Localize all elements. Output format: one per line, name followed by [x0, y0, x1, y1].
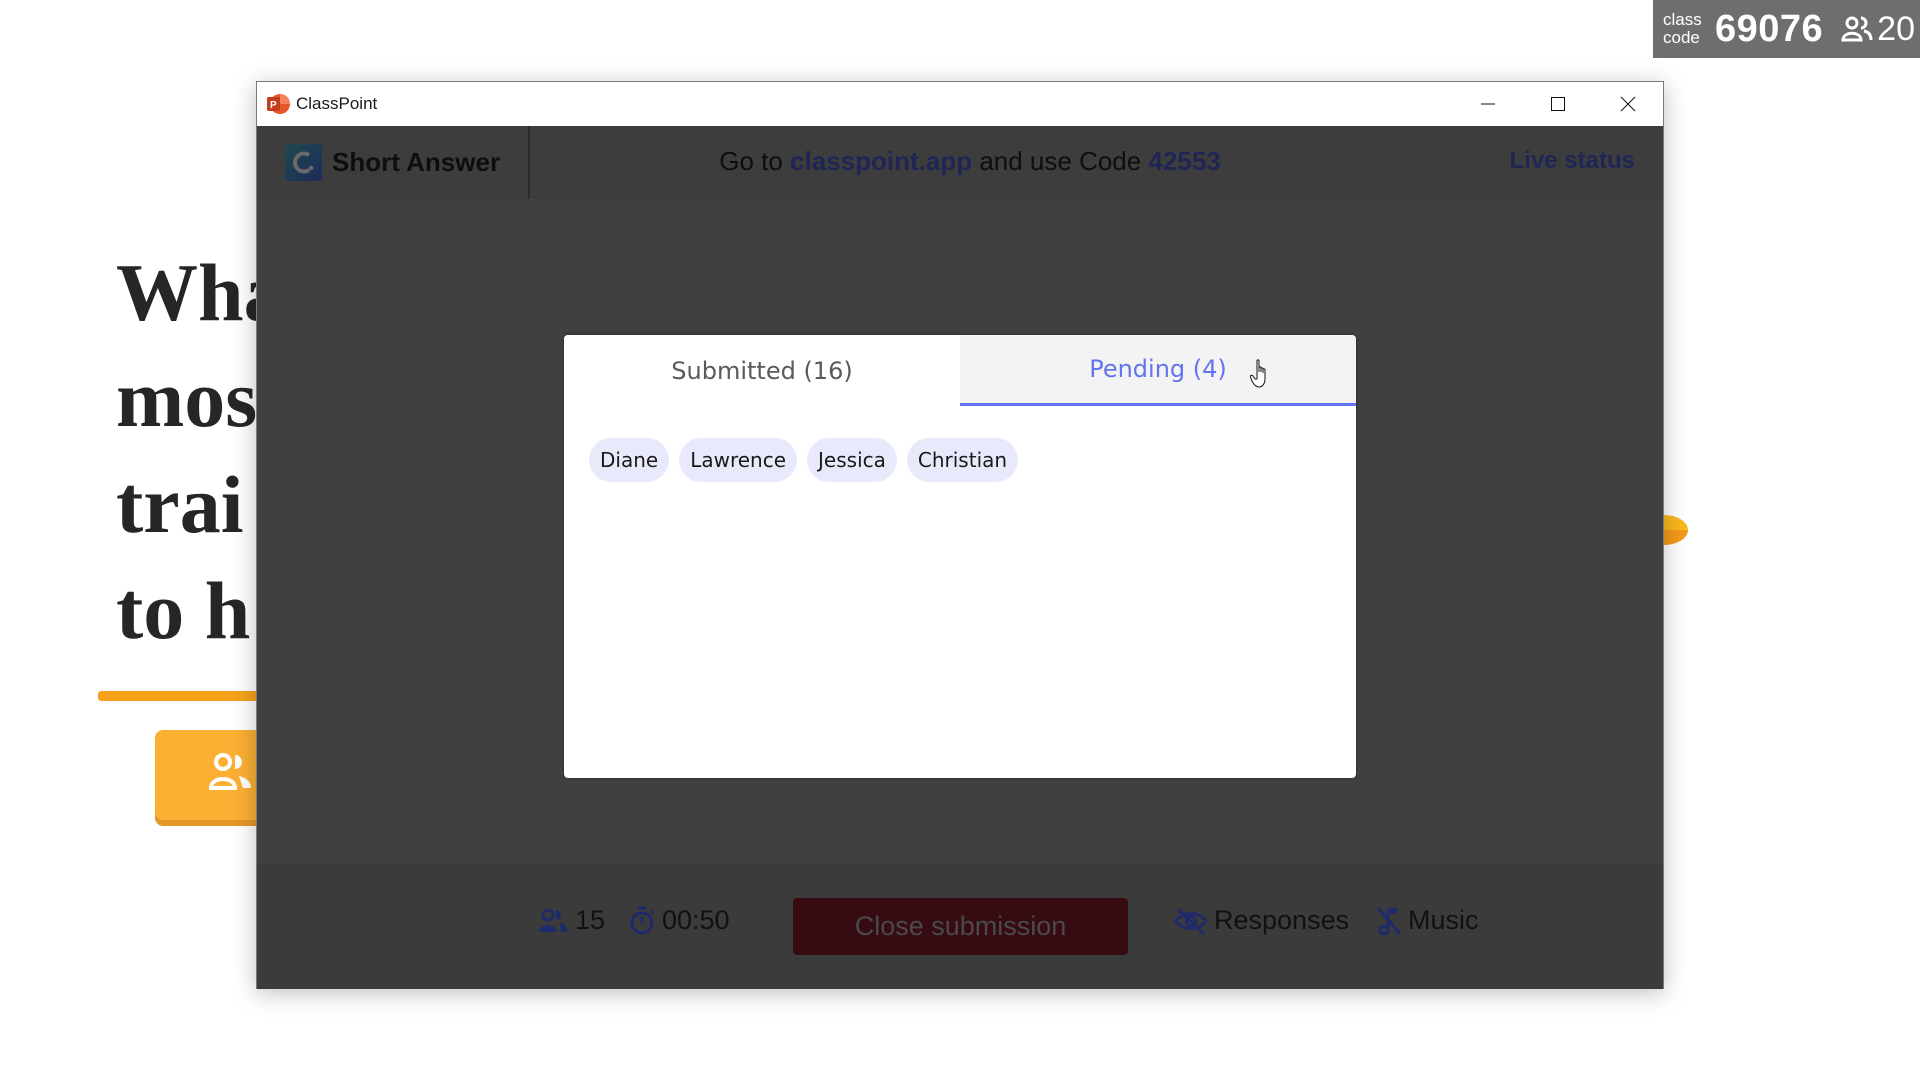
- submission-count-value: 15: [575, 905, 606, 935]
- class-code-badge[interactable]: class code 69076 20: [1653, 0, 1920, 58]
- people-icon: [208, 753, 251, 790]
- pending-student-chip: Christian: [906, 438, 1019, 482]
- tab-pending[interactable]: Pending (4): [960, 335, 1356, 406]
- class-code-label-1: class: [1663, 10, 1702, 29]
- participant-count: 20: [1841, 10, 1915, 49]
- maximize-icon: [1551, 97, 1565, 111]
- status-tabs: Submitted (16) Pending (4): [564, 335, 1356, 406]
- submission-status-dialog: Submitted (16) Pending (4) Diane Lawrenc…: [564, 335, 1356, 778]
- timer[interactable]: 00:50: [628, 905, 730, 936]
- screen: Wha mos trai to h class code 69076 20 P …: [0, 0, 1920, 1080]
- window-title: ClassPoint: [296, 94, 378, 113]
- join-site-link[interactable]: classpoint.app: [790, 146, 972, 176]
- join-code: 42553: [1148, 146, 1221, 176]
- close-button[interactable]: [1593, 82, 1663, 126]
- svg-text:P: P: [270, 100, 277, 111]
- minimize-icon: [1481, 103, 1495, 105]
- class-code-value: 69076: [1715, 7, 1824, 50]
- hand-cursor-icon: [1250, 359, 1266, 388]
- eye-off-icon: [1174, 907, 1208, 935]
- music-label: Music: [1408, 905, 1479, 935]
- class-code-label-2: code: [1663, 28, 1700, 47]
- participant-count-value: 20: [1877, 9, 1915, 48]
- responses-label: Responses: [1214, 905, 1350, 935]
- pending-student-chip: Lawrence: [679, 438, 798, 482]
- timer-value: 00:50: [662, 905, 730, 935]
- submission-count[interactable]: 15: [537, 905, 605, 936]
- close-submission-button[interactable]: Close submission: [793, 898, 1128, 955]
- toggle-music-button[interactable]: Music: [1376, 905, 1479, 936]
- minimize-button[interactable]: [1453, 82, 1523, 126]
- pending-student-chip: Jessica: [807, 438, 897, 482]
- tab-pending-label: Pending (4): [1089, 355, 1227, 383]
- activity-header: Short Answer Go to classpoint.app and us…: [257, 126, 1663, 199]
- activity-footer: 15 00:50 Close submission Responses Musi…: [257, 864, 1663, 989]
- maximize-button[interactable]: [1523, 82, 1593, 126]
- people-icon: [539, 908, 567, 932]
- title-bar[interactable]: P ClassPoint: [257, 82, 1663, 126]
- close-icon: [1620, 96, 1636, 112]
- music-off-icon: [1376, 906, 1402, 935]
- toggle-responses-button[interactable]: Responses: [1174, 905, 1349, 936]
- people-icon: [1841, 16, 1873, 42]
- pending-student-chip: Diane: [589, 438, 670, 482]
- tab-submitted[interactable]: Submitted (16): [564, 335, 960, 406]
- powerpoint-icon: P: [267, 94, 290, 114]
- join-instructions: Go to classpoint.app and use Code 42553: [719, 146, 1221, 176]
- pending-list: Diane Lawrence Jessica Christian: [589, 438, 1019, 482]
- stopwatch-icon: [630, 906, 655, 934]
- live-status-button[interactable]: Live status: [1510, 147, 1635, 175]
